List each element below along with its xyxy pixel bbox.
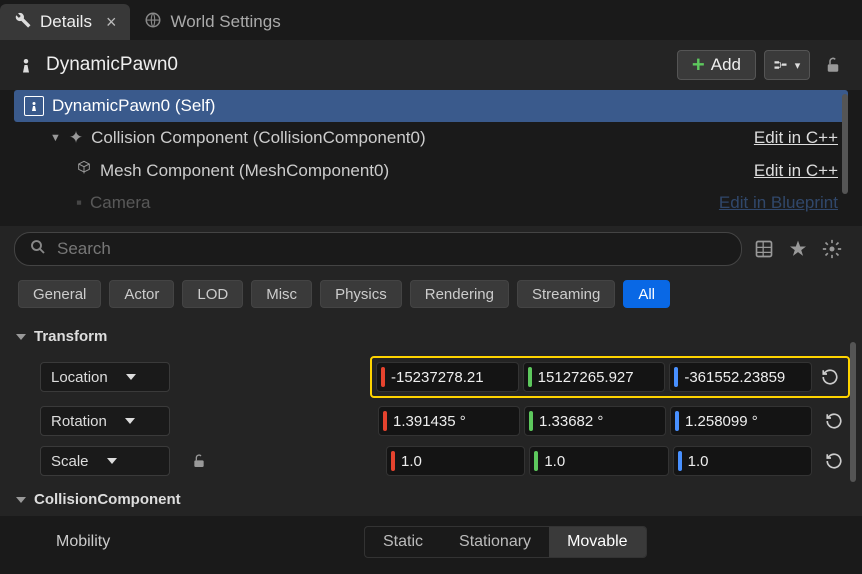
caret-down-icon[interactable]: ▼ (50, 132, 61, 144)
tree-scrollbar[interactable] (842, 94, 848, 194)
mesh-icon (76, 160, 92, 181)
grid-icon[interactable] (752, 237, 776, 261)
mobility-movable[interactable]: Movable (549, 527, 645, 557)
rotation-dropdown[interactable]: Rotation (40, 406, 170, 436)
mobility-stationary[interactable]: Stationary (441, 527, 549, 557)
tree-camera[interactable]: ▪ Camera Edit in Blueprint (14, 187, 848, 216)
filter-physics[interactable]: Physics (320, 280, 402, 308)
caret-down-icon (16, 334, 26, 340)
pawn-icon (24, 96, 44, 116)
section-collision[interactable]: CollisionComponent (0, 481, 862, 516)
tree-mesh-component[interactable]: Mesh Component (MeshComponent0) Edit in … (14, 154, 848, 187)
location-highlight: -15237278.21 15127265.927 -361552.23859 (370, 356, 850, 398)
filter-rendering[interactable]: Rendering (410, 280, 509, 308)
rotation-x-input[interactable]: 1.391435 ° (378, 406, 520, 436)
location-x-input[interactable]: -15237278.21 (376, 362, 519, 392)
tree-label: Collision Component (CollisionComponent0… (91, 128, 426, 148)
location-y-input[interactable]: 15127265.927 (523, 362, 666, 392)
sparkle-icon: ✦ (69, 128, 83, 148)
plus-icon: + (692, 54, 705, 76)
edit-link[interactable]: Edit in C++ (754, 128, 838, 148)
globe-icon (144, 11, 162, 34)
gear-icon[interactable] (820, 237, 844, 261)
add-label: Add (711, 55, 741, 75)
search-box[interactable] (14, 232, 742, 266)
reset-location-button[interactable] (816, 363, 844, 391)
section-title: Transform (34, 328, 107, 345)
actor-name[interactable]: DynamicPawn0 (46, 54, 669, 76)
filter-row: General Actor LOD Misc Physics Rendering… (0, 276, 862, 318)
scale-row: Scale 1.0 1.0 1.0 (0, 441, 862, 481)
chevron-down-icon (125, 418, 135, 424)
filter-actor[interactable]: Actor (109, 280, 174, 308)
rotation-y-input[interactable]: 1.33682 ° (524, 406, 666, 436)
location-dropdown[interactable]: Location (40, 362, 170, 392)
scale-y-input[interactable]: 1.0 (529, 446, 668, 476)
pawn-icon (14, 53, 38, 77)
tab-bar: Details × World Settings (0, 0, 862, 40)
filter-lod[interactable]: LOD (182, 280, 243, 308)
scale-label: Scale (51, 453, 89, 470)
mobility-options: Static Stationary Movable (364, 526, 647, 558)
location-z-input[interactable]: -361552.23859 (669, 362, 812, 392)
star-icon[interactable] (786, 237, 810, 261)
camera-icon: ▪ (76, 193, 82, 213)
reset-scale-button[interactable] (820, 447, 848, 475)
scale-x-input[interactable]: 1.0 (386, 446, 525, 476)
tab-label: World Settings (170, 12, 280, 32)
section-transform[interactable]: Transform (0, 318, 862, 353)
filter-misc[interactable]: Misc (251, 280, 312, 308)
edit-link[interactable]: Edit in C++ (754, 161, 838, 181)
tab-label: Details (40, 12, 92, 32)
rotation-z-input[interactable]: 1.258099 ° (670, 406, 812, 436)
mobility-static[interactable]: Static (365, 527, 441, 557)
close-icon[interactable]: × (106, 12, 117, 33)
caret-down-icon (16, 497, 26, 503)
wrench-icon (14, 11, 32, 34)
lock-icon[interactable] (818, 50, 848, 80)
component-tree: DynamicPawn0 (Self) ▼ ✦ Collision Compon… (14, 90, 848, 216)
chevron-down-icon (126, 374, 136, 380)
search-input[interactable] (57, 239, 727, 259)
main-scrollbar[interactable] (850, 342, 856, 482)
edit-link[interactable]: Edit in Blueprint (719, 193, 838, 213)
section-title: CollisionComponent (34, 491, 181, 508)
reset-rotation-button[interactable] (820, 407, 848, 435)
mobility-row: Mobility Static Stationary Movable (0, 516, 862, 568)
add-button[interactable]: + Add (677, 50, 756, 80)
filter-all[interactable]: All (623, 280, 670, 308)
search-icon (29, 238, 47, 261)
tab-details[interactable]: Details × (0, 4, 130, 40)
scale-lock-icon[interactable] (184, 446, 214, 476)
tree-label: Camera (90, 193, 150, 213)
search-row (0, 226, 862, 276)
rotation-label: Rotation (51, 413, 107, 430)
title-bar: DynamicPawn0 + Add ▾ (0, 40, 862, 90)
filter-streaming[interactable]: Streaming (517, 280, 615, 308)
tree-label: Mesh Component (MeshComponent0) (100, 161, 389, 181)
location-label: Location (51, 369, 108, 386)
tree-label: DynamicPawn0 (Self) (52, 96, 215, 116)
mobility-label: Mobility (56, 533, 356, 551)
rotation-row: Rotation 1.391435 ° 1.33682 ° 1.258099 ° (0, 401, 862, 441)
tree-root-self[interactable]: DynamicPawn0 (Self) (14, 90, 848, 122)
filter-general[interactable]: General (18, 280, 101, 308)
tab-world-settings[interactable]: World Settings (130, 4, 294, 40)
tree-collision-component[interactable]: ▼ ✦ Collision Component (CollisionCompon… (14, 122, 848, 154)
scale-dropdown[interactable]: Scale (40, 446, 170, 476)
scale-z-input[interactable]: 1.0 (673, 446, 812, 476)
blueprint-dropdown-button[interactable]: ▾ (764, 50, 810, 80)
chevron-down-icon (107, 458, 117, 464)
